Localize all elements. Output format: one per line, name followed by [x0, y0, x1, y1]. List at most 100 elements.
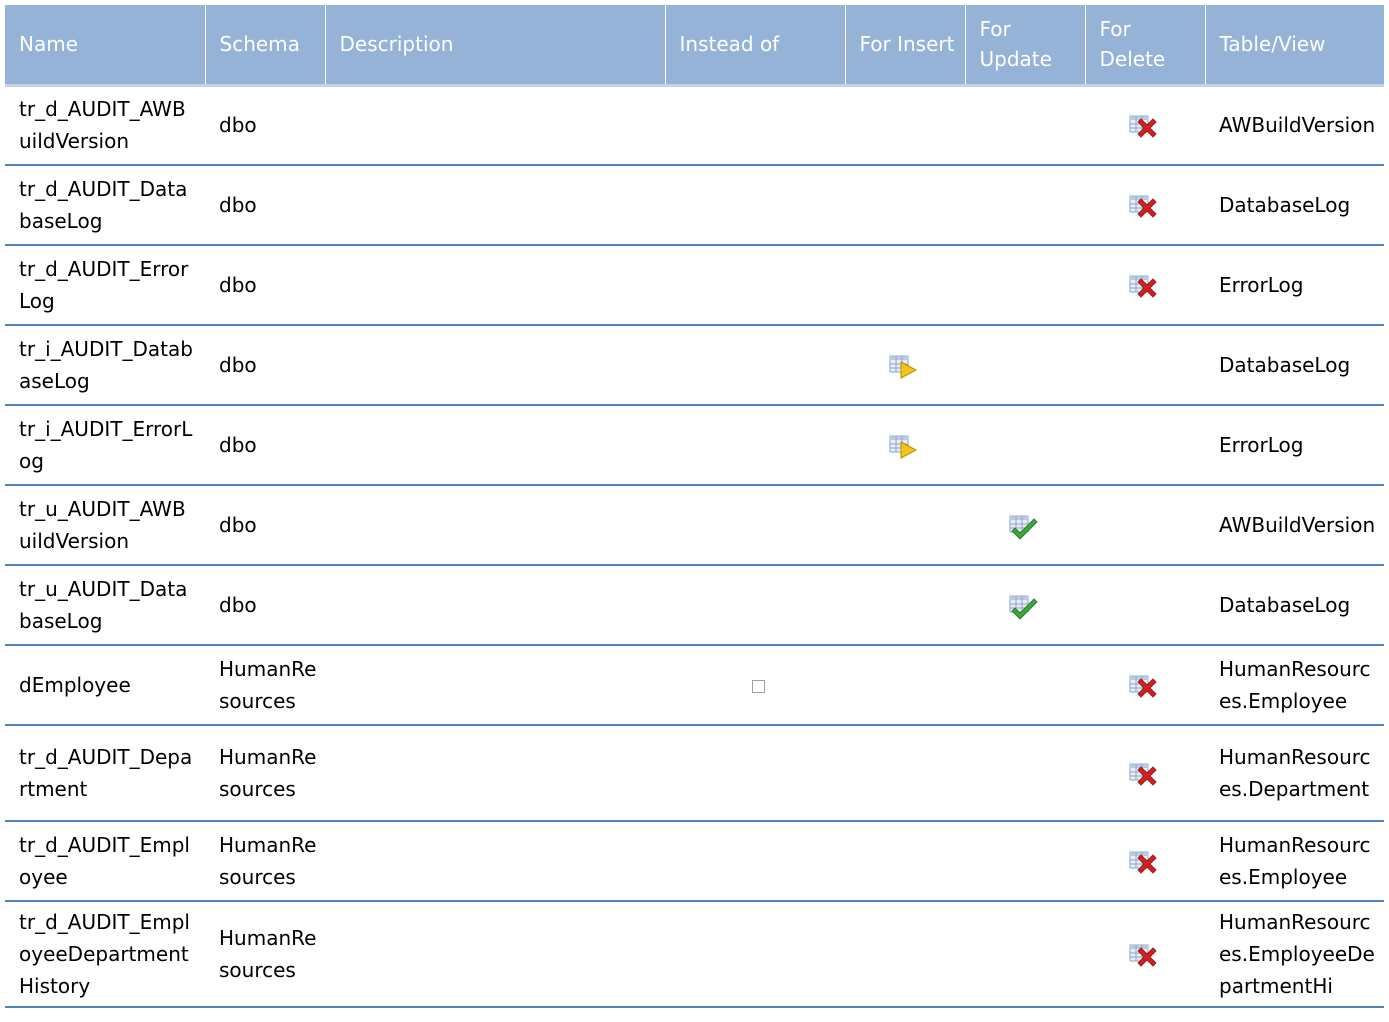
- table-update-icon: [1009, 595, 1038, 620]
- cell-for-insert: [845, 645, 965, 726]
- table-delete-icon: [1129, 195, 1157, 218]
- cell-for-delete: [1085, 725, 1205, 822]
- cell-schema: dbo: [205, 245, 325, 326]
- cell-description: [325, 325, 665, 406]
- table-insert-icon: [889, 435, 918, 459]
- cell-name: tr_d_AUDIT_EmployeeDepartmentHistory: [5, 901, 205, 1008]
- column-header-table-view[interactable]: Table/View: [1205, 5, 1384, 87]
- cell-schema: HumanResources: [205, 901, 325, 1008]
- cell-instead-of: [665, 165, 845, 246]
- cell-for-insert: [845, 565, 965, 646]
- cell-for-update: [965, 85, 1085, 166]
- cell-for-delete: [1085, 565, 1205, 646]
- table-delete-icon: [1129, 275, 1157, 298]
- cell-for-delete: [1085, 485, 1205, 566]
- table-update-icon: [1009, 515, 1038, 540]
- column-header-for-insert[interactable]: For Insert: [845, 5, 966, 87]
- cell-instead-of: [665, 325, 845, 406]
- table-row[interactable]: tr_d_AUDIT_EmployeeDepartmentHistory Huma…: [5, 901, 1384, 1008]
- cell-table-view: HumanResources.Employee: [1205, 645, 1384, 726]
- cell-description: [325, 245, 665, 326]
- cell-name: tr_d_AUDIT_Employee: [5, 821, 205, 902]
- table-delete-icon: [1129, 944, 1157, 967]
- cell-name: tr_i_AUDIT_ErrorLog: [5, 405, 205, 486]
- cell-instead-of: [665, 245, 845, 326]
- cell-table-view: ErrorLog: [1205, 245, 1384, 326]
- cell-instead-of: [665, 85, 845, 166]
- cell-description: [325, 901, 665, 1008]
- cell-instead-of: [665, 645, 845, 726]
- cell-description: [325, 85, 665, 166]
- cell-table-view: DatabaseLog: [1205, 165, 1384, 246]
- table-row[interactable]: tr_u_AUDIT_DatabaseLog dbo DatabaseLog: [5, 565, 1384, 646]
- cell-for-update: [965, 645, 1085, 726]
- cell-for-insert: [845, 901, 965, 1008]
- cell-table-view: HumanResources.Department: [1205, 725, 1384, 822]
- table-row[interactable]: tr_d_AUDIT_Employee HumanResources HumanR…: [5, 821, 1384, 902]
- cell-for-insert: [845, 485, 965, 566]
- cell-name: dEmployee: [5, 645, 205, 726]
- cell-for-update: [965, 565, 1085, 646]
- table-row[interactable]: tr_i_AUDIT_ErrorLog dbo ErrorLog: [5, 405, 1384, 486]
- cell-for-delete: [1085, 901, 1205, 1008]
- cell-instead-of: [665, 565, 845, 646]
- table-row[interactable]: tr_d_AUDIT_ErrorLog dbo ErrorLog: [5, 245, 1384, 326]
- table-row[interactable]: dEmployee HumanResources HumanResources.E…: [5, 645, 1384, 726]
- column-header-description[interactable]: Description: [325, 5, 666, 87]
- cell-table-view: AWBuildVersion: [1205, 485, 1384, 566]
- column-header-for-delete[interactable]: For Delete: [1085, 5, 1206, 87]
- table-row[interactable]: tr_d_AUDIT_DatabaseLog dbo DatabaseLog: [5, 165, 1384, 246]
- table-insert-icon: [889, 355, 918, 379]
- header-row: Name Schema Description Instead of For I…: [5, 5, 1384, 87]
- cell-description: [325, 645, 665, 726]
- cell-table-view: DatabaseLog: [1205, 325, 1384, 406]
- cell-for-update: [965, 165, 1085, 246]
- cell-schema: dbo: [205, 405, 325, 486]
- column-header-for-update[interactable]: For Update: [965, 5, 1086, 87]
- cell-description: [325, 485, 665, 566]
- triggers-table-container: Name Schema Description Instead of For I…: [5, 5, 1384, 1008]
- cell-for-insert: [845, 165, 965, 246]
- cell-instead-of: [665, 725, 845, 822]
- cell-name: tr_d_AUDIT_DatabaseLog: [5, 165, 205, 246]
- cell-name: tr_u_AUDIT_AWBuildVersion: [5, 485, 205, 566]
- cell-name: tr_d_AUDIT_AWBuildVersion: [5, 85, 205, 166]
- cell-for-insert: [845, 821, 965, 902]
- cell-for-update: [965, 405, 1085, 486]
- cell-description: [325, 165, 665, 246]
- cell-instead-of: [665, 405, 845, 486]
- cell-name: tr_u_AUDIT_DatabaseLog: [5, 565, 205, 646]
- cell-table-view: DatabaseLog: [1205, 565, 1384, 646]
- table-row[interactable]: tr_i_AUDIT_DatabaseLog dbo DatabaseLog: [5, 325, 1384, 406]
- cell-for-insert: [845, 725, 965, 822]
- cell-for-update: [965, 725, 1085, 822]
- table-row[interactable]: tr_d_AUDIT_Department HumanResources Huma…: [5, 725, 1384, 822]
- cell-schema: dbo: [205, 85, 325, 166]
- cell-for-update: [965, 485, 1085, 566]
- cell-for-update: [965, 245, 1085, 326]
- cell-schema: dbo: [205, 565, 325, 646]
- column-header-instead-of[interactable]: Instead of: [665, 5, 846, 87]
- cell-description: [325, 565, 665, 646]
- cell-schema: HumanResources: [205, 645, 325, 726]
- checkbox-icon: [751, 680, 765, 693]
- cell-for-delete: [1085, 245, 1205, 326]
- cell-for-insert: [845, 405, 965, 486]
- triggers-table-body: tr_d_AUDIT_AWBuildVersion dbo AWBuildVers…: [5, 85, 1384, 1008]
- cell-name: tr_d_AUDIT_Department: [5, 725, 205, 822]
- cell-schema: dbo: [205, 165, 325, 246]
- cell-schema: HumanResources: [205, 821, 325, 902]
- table-row[interactable]: tr_d_AUDIT_AWBuildVersion dbo AWBuildVers…: [5, 85, 1384, 166]
- cell-table-view: HumanResources.EmployeeDepartmentHi: [1205, 901, 1384, 1008]
- column-header-schema[interactable]: Schema: [205, 5, 326, 87]
- table-row[interactable]: tr_u_AUDIT_AWBuildVersion dbo AWBuildVers…: [5, 485, 1384, 566]
- cell-instead-of: [665, 901, 845, 1008]
- cell-description: [325, 821, 665, 902]
- cell-for-insert: [845, 325, 965, 406]
- column-header-name[interactable]: Name: [5, 5, 206, 87]
- cell-schema: dbo: [205, 325, 325, 406]
- cell-description: [325, 725, 665, 822]
- cell-for-delete: [1085, 405, 1205, 486]
- cell-instead-of: [665, 821, 845, 902]
- table-delete-icon: [1129, 115, 1157, 138]
